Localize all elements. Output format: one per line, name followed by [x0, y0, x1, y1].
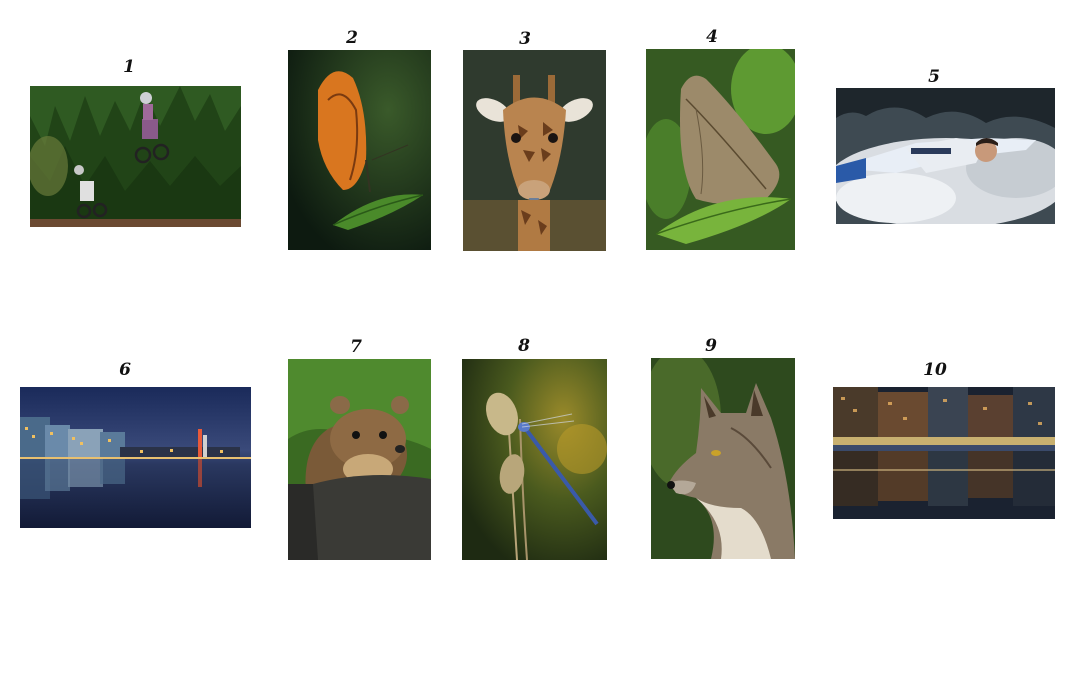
photo-number-9: 9 [705, 336, 717, 356]
photo-number-6: 6 [119, 360, 131, 380]
photo-pine-marten [288, 359, 431, 560]
photo-canal-reflection [833, 387, 1055, 519]
photo-number-5: 5 [928, 67, 940, 87]
photo-number-8: 8 [518, 336, 530, 356]
photo-orange-butterfly [288, 50, 431, 250]
photo-kayaker [836, 88, 1055, 224]
photo-number-3: 3 [519, 29, 531, 49]
photo-number-4: 4 [706, 27, 718, 47]
photo-motocross [30, 86, 241, 227]
photo-giraffe [463, 50, 606, 251]
photo-number-7: 7 [350, 337, 362, 357]
photo-number-10: 10 [923, 360, 947, 380]
photo-number-1: 1 [123, 57, 135, 77]
photo-number-2: 2 [346, 28, 358, 48]
photo-leaf-butterfly [646, 49, 795, 250]
photo-city-reflection [20, 387, 251, 528]
photo-wolf [651, 358, 795, 559]
photo-damselfly [462, 359, 607, 560]
